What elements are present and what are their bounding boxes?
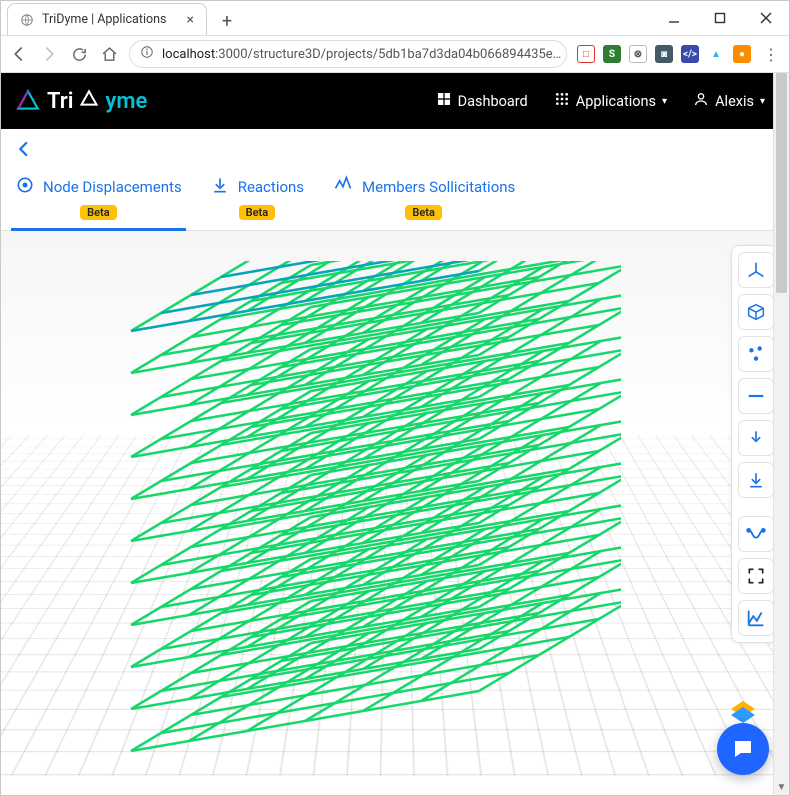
nav-user[interactable]: Alexis ▾: [683, 85, 775, 117]
new-tab-button[interactable]: +: [213, 7, 241, 35]
tool-import[interactable]: [738, 462, 774, 498]
wave-icon: [332, 175, 354, 199]
apps-icon: [554, 91, 570, 111]
beta-badge: Beta: [80, 205, 117, 220]
tab-label: Reactions: [238, 178, 304, 196]
brand-logo[interactable]: Tri yme: [15, 88, 147, 114]
tool-results-chart[interactable]: [738, 600, 774, 636]
extension-icon[interactable]: ●: [733, 45, 751, 63]
caret-down-icon: ▾: [662, 96, 667, 107]
chat-fab[interactable]: [717, 723, 769, 775]
tool-export[interactable]: [738, 420, 774, 456]
back-button[interactable]: [9, 44, 29, 64]
address-bar[interactable]: localhost:3000/structure3D/projects/5db1…: [129, 40, 567, 68]
extensions-row: □ S ⊗ ◙ </> ▲ ●: [577, 45, 751, 63]
toolbox-separator: [738, 504, 774, 510]
extension-icon[interactable]: S: [603, 45, 621, 63]
tool-line[interactable]: [738, 378, 774, 414]
brand-text-b: yme: [105, 89, 147, 114]
person-icon: [693, 91, 709, 111]
vertical-scrollbar[interactable]: ▲ ▼: [773, 73, 789, 795]
view-toolbox: [731, 245, 779, 643]
tab-label: Node Displacements: [43, 178, 182, 196]
extension-icon[interactable]: </>: [681, 45, 699, 63]
home-button[interactable]: [99, 44, 119, 64]
globe-icon: [20, 13, 34, 27]
structure-model: {"cols":7,"rows":7,"floors":11,"ox":70,"…: [61, 261, 621, 781]
back-chevron-button[interactable]: [15, 139, 33, 163]
beta-badge: Beta: [405, 205, 442, 220]
close-tab-icon[interactable]: ×: [187, 12, 194, 28]
viewport-3d[interactable]: {"cols":7,"rows":7,"floors":11,"ox":70,"…: [1, 231, 789, 795]
nav-dashboard[interactable]: Dashboard: [426, 85, 538, 117]
brand-triangle-icon: [79, 88, 99, 114]
tab-reactions[interactable]: Reactions Beta: [210, 175, 304, 230]
download-icon: [210, 175, 230, 199]
scroll-down-arrow[interactable]: ▼: [774, 779, 789, 795]
tool-box-view[interactable]: [738, 294, 774, 330]
extension-icon[interactable]: □: [577, 45, 595, 63]
browser-menu-button[interactable]: ⋮: [761, 45, 781, 64]
caret-down-icon: ▾: [760, 96, 765, 107]
url-text: localhost:3000/structure3D/projects/5db1…: [162, 47, 561, 62]
analysis-tabs: Node Displacements Beta Reactions Beta: [1, 163, 789, 231]
tool-axes[interactable]: [738, 252, 774, 288]
tab-label: Members Sollicitations: [362, 178, 515, 196]
reload-button[interactable]: [69, 44, 89, 64]
dashboard-icon: [436, 91, 452, 111]
extension-icon[interactable]: ◙: [655, 45, 673, 63]
info-icon: [140, 45, 154, 63]
tool-nodes[interactable]: [738, 336, 774, 372]
scroll-thumb[interactable]: [776, 73, 787, 293]
browser-toolbar: localhost:3000/structure3D/projects/5db1…: [1, 35, 789, 73]
extension-icon[interactable]: ▲: [707, 45, 725, 63]
window-minimize-button[interactable]: [651, 3, 697, 33]
window-maximize-button[interactable]: [697, 3, 743, 33]
window-close-button[interactable]: [743, 3, 789, 33]
brand-text-a: Tri: [47, 89, 73, 114]
tab-node-displacements[interactable]: Node Displacements Beta: [15, 175, 182, 230]
tab-members-sollicitations[interactable]: Members Sollicitations Beta: [332, 175, 515, 230]
browser-tab[interactable]: TriDyme | Applications ×: [7, 3, 207, 35]
tool-fullscreen[interactable]: [738, 558, 774, 594]
forward-button[interactable]: [39, 44, 59, 64]
browser-tabstrip: TriDyme | Applications × +: [1, 1, 241, 35]
extension-icon[interactable]: ⊗: [629, 45, 647, 63]
nav-applications[interactable]: Applications ▾: [544, 85, 677, 117]
tab-title: TriDyme | Applications: [42, 12, 166, 27]
beta-badge: Beta: [239, 205, 276, 220]
logo-icon: [15, 88, 41, 114]
tool-deflection[interactable]: [738, 516, 774, 552]
target-icon: [15, 175, 35, 199]
app-header: Tri yme Dashboard: [1, 73, 789, 129]
